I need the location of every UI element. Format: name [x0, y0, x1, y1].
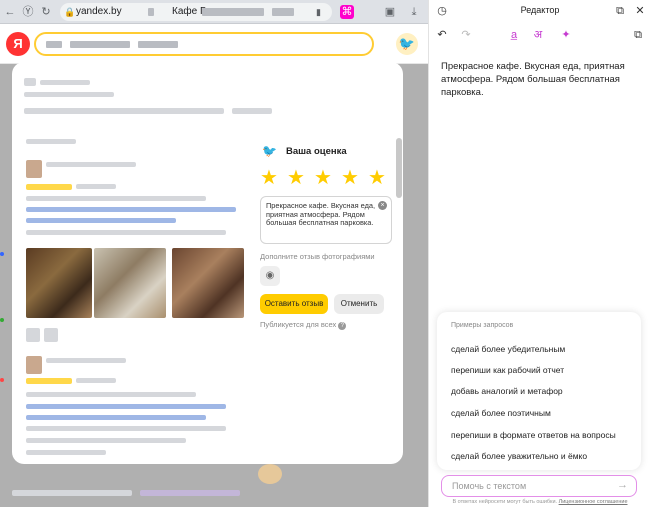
extension-icon[interactable]: ⌘ [340, 5, 354, 19]
redacted-text [148, 8, 154, 16]
example-item[interactable]: перепиши в формате ответов на вопросы [451, 430, 616, 440]
redacted-text [272, 8, 294, 16]
input-placeholder: Помочь с текстом [452, 481, 527, 491]
example-item[interactable]: сделай более поэтичным [451, 408, 551, 418]
page-title: Кафе Г [172, 6, 206, 17]
example-item[interactable]: сделай более уважительно и ёмко [451, 451, 587, 461]
license-link[interactable]: Лицензионное соглашение [559, 499, 628, 505]
yandex-browser-icon[interactable]: Ⓨ [20, 4, 36, 20]
public-note: Публикуется для всех? [260, 320, 347, 330]
camera-icon[interactable]: ◉ [260, 266, 280, 286]
redacted-text [140, 490, 240, 496]
open-in-new-icon[interactable]: ⧉ [613, 4, 627, 18]
redacted-text [202, 8, 264, 16]
star-icon[interactable]: ★ [260, 168, 278, 188]
text-style-icon[interactable]: a̲ [507, 28, 521, 42]
modal-scrollbar[interactable] [396, 138, 402, 198]
close-icon[interactable]: ✕ [633, 4, 647, 18]
disclaimer-text: В ответах нейросети могут быть ошибки. [452, 499, 558, 505]
redo-icon[interactable]: ↷ [459, 28, 473, 42]
photos-label: Дополните отзыв фотографиями [260, 252, 375, 261]
address-url: yandex.by [76, 6, 122, 17]
account-icon[interactable]: ▣ [382, 4, 398, 20]
star-icon[interactable]: ★ [287, 168, 305, 188]
magic-icon[interactable]: ✦ [559, 28, 573, 42]
cancel-button[interactable]: Отменить [334, 294, 384, 314]
star-icon[interactable]: ★ [368, 168, 386, 188]
yandex-search-bar: Я 🐦 [0, 24, 428, 64]
rating-title: Ваша оценка [286, 146, 347, 157]
download-icon[interactable]: ⤓ [406, 4, 422, 20]
undo-icon[interactable]: ↶ [435, 28, 449, 42]
star-icon[interactable]: ★ [314, 168, 332, 188]
review-text: Прекрасное кафе. Вкусная еда, приятная а… [266, 201, 376, 228]
help-text-input[interactable]: Помочь с текстом → [441, 475, 637, 497]
send-icon[interactable]: → [617, 479, 628, 491]
editor-panel: ◷ Редактор ⧉ ✕ ↶ ↷ a̲ अ ✦ ⧉ Прекрасное к… [428, 0, 650, 507]
lock-icon: 🔒 [64, 7, 76, 17]
yandex-logo[interactable]: Я [6, 32, 30, 56]
examples-card: Примеры запросов сделай более убедительн… [437, 312, 641, 470]
clear-icon[interactable]: × [378, 201, 387, 210]
review-textarea[interactable]: Прекрасное кафе. Вкусная еда, приятная а… [260, 196, 392, 244]
editor-header: ◷ Редактор ⧉ ✕ [429, 0, 650, 22]
copy-icon[interactable]: ⧉ [631, 28, 645, 42]
help-icon[interactable]: ? [338, 322, 347, 330]
back-icon[interactable]: ← [2, 4, 18, 20]
example-item[interactable]: добавь аналогий и метафор [451, 386, 563, 396]
disclaimer: В ответах нейросети могут быть ошибки. Л… [429, 499, 650, 505]
rating-card: 🐦 Ваша оценка ★ ★ ★ ★ ★ Прекрасное кафе.… [252, 134, 392, 330]
editor-text[interactable]: Прекрасное кафе. Вкусная еда, приятная а… [441, 60, 631, 99]
public-note-text: Публикуется для всех [260, 320, 337, 329]
redacted-text [12, 490, 132, 496]
browser-toolbar: ← Ⓨ ↻ 🔒 yandex.by Кафе Г ▮ ⌘ ▣ ⤓ [0, 0, 428, 24]
example-item[interactable]: сделай более убедительным [451, 344, 565, 354]
example-item[interactable]: перепиши как рабочий отчет [451, 365, 564, 375]
bird-icon: 🐦 [262, 144, 277, 158]
reload-icon[interactable]: ↻ [38, 4, 54, 20]
address-bar[interactable]: 🔒 yandex.by Кафе Г ▮ [60, 3, 332, 21]
submit-review-button[interactable]: Оставить отзыв [260, 294, 328, 314]
translate-icon[interactable]: अ [531, 28, 545, 42]
search-input[interactable] [34, 32, 374, 56]
star-icon[interactable]: ★ [341, 168, 359, 188]
avatar[interactable]: 🐦 [396, 33, 418, 55]
bookmark-icon[interactable]: ▮ [316, 3, 321, 21]
avatar [258, 464, 282, 484]
examples-header: Примеры запросов [451, 322, 514, 329]
